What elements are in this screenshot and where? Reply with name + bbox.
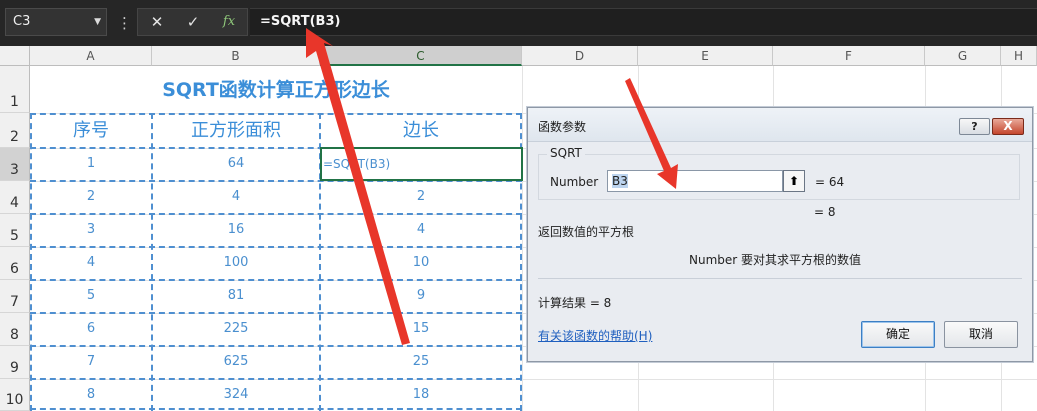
collapse-dialog-icon[interactable]: ⬆	[783, 170, 805, 192]
row-header[interactable]: 10	[0, 379, 30, 411]
function-name: SQRT	[547, 146, 585, 160]
table-cell[interactable]: 324	[152, 379, 320, 411]
table-cell[interactable]: 10	[320, 247, 522, 279]
divider	[538, 278, 1022, 279]
row-header[interactable]: 8	[0, 313, 30, 346]
column-header-b[interactable]: B	[152, 46, 320, 66]
table-cell[interactable]: 625	[152, 346, 320, 378]
dialog-title: 函数参数	[538, 120, 587, 134]
gridline	[522, 66, 523, 411]
formula-result-preview: = 8	[814, 205, 836, 219]
column-header-e[interactable]: E	[638, 46, 773, 66]
table-cell[interactable]: 4	[30, 247, 152, 279]
table-cell[interactable]: 16	[152, 214, 320, 246]
dialog-title-bar[interactable]: 函数参数 ? X	[528, 108, 1032, 142]
header-cell-index[interactable]: 序号	[30, 113, 152, 148]
chevron-down-icon[interactable]: ▼	[94, 9, 101, 35]
table-cell[interactable]: 4	[152, 181, 320, 213]
sheet-title[interactable]: SQRT函数计算正方形边长	[30, 66, 522, 113]
argument-value: B3	[612, 174, 628, 188]
column-header-d[interactable]: D	[522, 46, 638, 66]
check-icon[interactable]: ✓	[176, 9, 210, 35]
number-argument-input[interactable]: B3	[607, 170, 783, 192]
calculation-result: 计算结果 = 8	[538, 296, 612, 310]
table-cell[interactable]: 4	[320, 214, 522, 246]
table-cell[interactable]: 64	[152, 148, 320, 180]
ok-button[interactable]: 确定	[861, 321, 935, 348]
row-header[interactable]: 9	[0, 346, 30, 379]
row-header[interactable]: 2	[0, 113, 30, 148]
table-cell[interactable]: 2	[320, 181, 522, 213]
active-cell-formula[interactable]: =SQRT(B3)	[320, 142, 520, 174]
table-cell[interactable]: 15	[320, 313, 522, 345]
argument-description: Number 要对其求平方根的数值	[689, 253, 862, 267]
row-header[interactable]: 6	[0, 247, 30, 280]
function-arguments-dialog: 函数参数 ? X SQRT Number B3 ⬆ = 64 = 8 返回数值的…	[527, 107, 1033, 362]
more-options-icon[interactable]: ⋮	[117, 13, 132, 33]
formula-actions: ✕ ✓ fx	[137, 8, 248, 36]
table-cell[interactable]: 2	[30, 181, 152, 213]
column-header-g[interactable]: G	[925, 46, 1001, 66]
function-group: SQRT Number B3 ⬆ = 64	[538, 146, 1020, 200]
table-cell[interactable]: 1	[30, 148, 152, 180]
function-description: 返回数值的平方根	[538, 225, 635, 239]
table-cell[interactable]: 25	[320, 346, 522, 378]
close-icon[interactable]: ✕	[140, 9, 174, 35]
row-header[interactable]: 3	[0, 148, 30, 181]
function-help-link[interactable]: 有关该函数的帮助(H)	[538, 327, 652, 344]
column-header-c[interactable]: C	[320, 46, 522, 66]
select-all-corner[interactable]	[0, 46, 30, 66]
column-header-h[interactable]: H	[1001, 46, 1037, 66]
table-cell[interactable]: 7	[30, 346, 152, 378]
insert-function-icon[interactable]: fx	[212, 9, 246, 35]
column-header-a[interactable]: A	[30, 46, 152, 66]
cancel-button[interactable]: 取消	[944, 321, 1018, 348]
table-cell[interactable]: 8	[30, 379, 152, 411]
formula-bar: C3 ▼ ⋮ ✕ ✓ fx =SQRT(B3)	[0, 0, 1037, 46]
argument-label: Number	[550, 175, 599, 189]
name-box[interactable]: C3 ▼	[5, 8, 107, 36]
formula-input[interactable]: =SQRT(B3)	[250, 8, 1037, 36]
row-header[interactable]: 5	[0, 214, 30, 247]
argument-evaluated-value: = 64	[815, 175, 845, 189]
table-cell[interactable]: 5	[30, 280, 152, 312]
column-header-f[interactable]: F	[773, 46, 925, 66]
row-header[interactable]: 4	[0, 181, 30, 214]
table-cell[interactable]: 100	[152, 247, 320, 279]
row-header[interactable]: 7	[0, 280, 30, 313]
table-cell[interactable]: 9	[320, 280, 522, 312]
table-cell[interactable]: 225	[152, 313, 320, 345]
name-box-value: C3	[13, 14, 31, 29]
help-icon[interactable]: ?	[959, 118, 990, 135]
close-icon[interactable]: X	[992, 118, 1024, 135]
table-cell[interactable]: 3	[30, 214, 152, 246]
header-cell-area[interactable]: 正方形面积	[152, 113, 320, 148]
table-cell[interactable]: 6	[30, 313, 152, 345]
table-cell[interactable]: 18	[320, 379, 522, 411]
table-cell[interactable]: 81	[152, 280, 320, 312]
row-header[interactable]: 1	[0, 66, 30, 113]
